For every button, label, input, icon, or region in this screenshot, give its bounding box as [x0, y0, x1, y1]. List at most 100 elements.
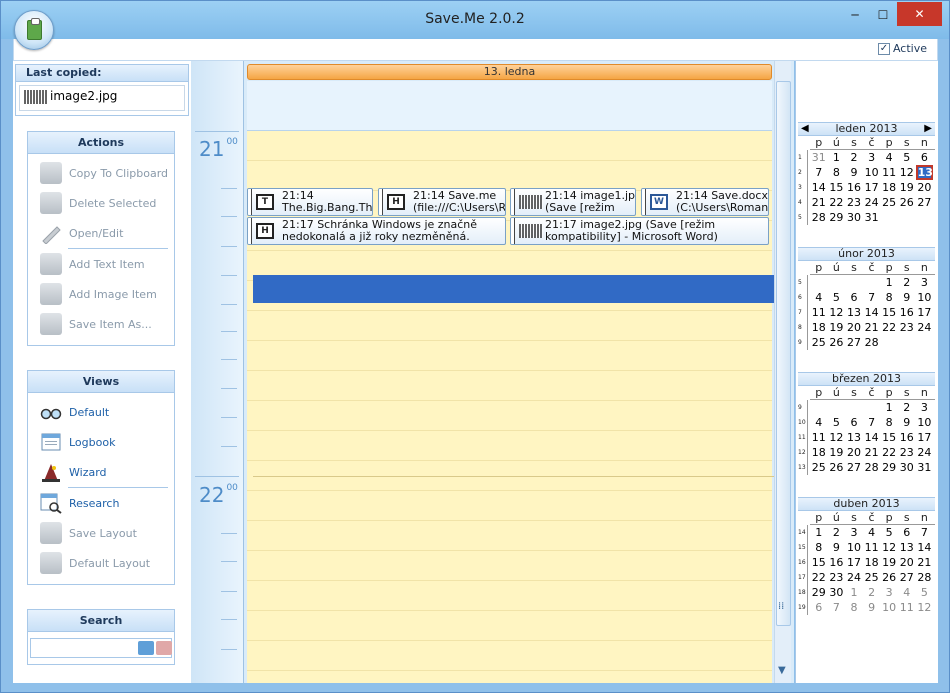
calendar-day[interactable]: 25 — [880, 195, 898, 210]
save-item-as-button[interactable]: Save Item As... — [28, 309, 174, 339]
calendar-day[interactable]: 22 — [880, 445, 898, 460]
search-go-icon[interactable] — [138, 641, 154, 655]
calendar-day[interactable]: 2 — [845, 150, 863, 165]
event-item[interactable]: T 21:14 The.Big.Bang.The — [247, 188, 373, 216]
calendar-day[interactable]: 26 — [828, 335, 846, 350]
calendar-day[interactable]: 16 — [898, 305, 916, 320]
calendar-day[interactable]: 24 — [863, 195, 881, 210]
day-header[interactable]: 13. ledna — [247, 64, 772, 80]
calendar-day[interactable]: 6 — [845, 290, 863, 305]
add-image-item-button[interactable]: Add Image Item — [28, 279, 174, 309]
calendar-day[interactable]: 15 — [880, 305, 898, 320]
calendar-day[interactable]: 1 — [880, 275, 898, 290]
actions-header[interactable]: Actions — [28, 132, 174, 154]
calendar-day[interactable]: 6 — [845, 415, 863, 430]
calendar-day[interactable]: 11 — [810, 430, 828, 445]
calendar-day[interactable]: 23 — [898, 320, 916, 335]
calendar-day[interactable]: 23 — [828, 570, 846, 585]
calendar-day[interactable]: 14 — [810, 180, 828, 195]
calendar-day[interactable]: 12 — [880, 540, 898, 555]
event-item[interactable]: H 21:17 Schránka Windows je značně nedokon… — [247, 217, 506, 245]
calendar-day[interactable]: 29 — [810, 585, 828, 600]
calendar-day[interactable]: 6 — [916, 150, 934, 165]
maximize-button[interactable]: ☐ — [869, 5, 897, 27]
calendar-day[interactable]: 27 — [916, 195, 934, 210]
calendar-day[interactable]: 3 — [863, 150, 881, 165]
calendar-day[interactable]: 29 — [828, 210, 846, 225]
app-logo-icon[interactable] — [14, 10, 54, 50]
calendar-day[interactable]: 7 — [863, 290, 881, 305]
scroll-thumb[interactable] — [776, 81, 791, 626]
calendar-day[interactable]: 9 — [898, 290, 916, 305]
calendar-day[interactable]: 15 — [810, 555, 828, 570]
calendar-day[interactable]: 7 — [916, 525, 934, 540]
calendar-day[interactable]: 2 — [828, 525, 846, 540]
active-checkbox[interactable]: ✓ — [877, 43, 890, 55]
last-copied-item[interactable]: image2.jpg — [19, 85, 185, 111]
calendar-day[interactable]: 26 — [828, 460, 846, 475]
event-item[interactable]: W 21:14 Save.docx (C:\Users\Roman\ — [641, 188, 769, 216]
calendar-day[interactable]: 8 — [828, 165, 846, 180]
calendar-day[interactable]: 23 — [845, 195, 863, 210]
calendar-day[interactable]: 2 — [863, 585, 881, 600]
calendar-day[interactable]: 10 — [845, 540, 863, 555]
calendar-day[interactable]: 31 — [810, 150, 828, 165]
copy-to-clipboard-button[interactable]: Copy To Clipboard — [28, 158, 174, 188]
calendar-day[interactable]: 6 — [810, 600, 828, 615]
calendar-day[interactable]: 25 — [810, 460, 828, 475]
calendar-day[interactable]: 27 — [898, 570, 916, 585]
calendar-day[interactable]: 27 — [845, 460, 863, 475]
calendar-day[interactable]: 30 — [845, 210, 863, 225]
calendar-day[interactable]: 12 — [916, 600, 934, 615]
calendar-day[interactable]: 30 — [898, 460, 916, 475]
calendar-day[interactable]: 29 — [880, 460, 898, 475]
calendar-day[interactable]: 1 — [810, 525, 828, 540]
calendar-day[interactable]: 18 — [810, 445, 828, 460]
calendar-day[interactable]: 11 — [810, 305, 828, 320]
calendar-day[interactable]: 24 — [916, 320, 934, 335]
vertical-scrollbar[interactable]: ⁞⁞ ▼ — [774, 61, 791, 683]
calendar-day[interactable]: 17 — [916, 430, 934, 445]
calendar-day[interactable]: 21 — [863, 320, 881, 335]
calendar-day[interactable]: 7 — [863, 415, 881, 430]
calendar-day[interactable]: 5 — [828, 415, 846, 430]
search-input[interactable] — [30, 638, 172, 658]
calendar-day[interactable]: 21 — [863, 445, 881, 460]
view-default-button[interactable]: Default — [28, 397, 174, 427]
calendar-day[interactable]: 1 — [880, 400, 898, 415]
calendar-day[interactable]: 22 — [828, 195, 846, 210]
calendar-day[interactable]: 19 — [880, 555, 898, 570]
calendar-day[interactable]: 7 — [828, 600, 846, 615]
calendar-day[interactable]: 5 — [880, 525, 898, 540]
next-month-icon[interactable]: ▶ — [924, 123, 932, 135]
calendar-day[interactable]: 14 — [863, 430, 881, 445]
calendar-day[interactable]: 3 — [845, 525, 863, 540]
calendar-day[interactable]: 16 — [898, 430, 916, 445]
event-item[interactable]: 21:14 image1.jpg (Save [režim — [510, 188, 636, 216]
calendar-day[interactable]: 17 — [845, 555, 863, 570]
calendar-day[interactable]: 10 — [863, 165, 881, 180]
calendar-day[interactable]: 7 — [810, 165, 828, 180]
calendar-day[interactable]: 14 — [863, 305, 881, 320]
calendar-day[interactable]: 10 — [880, 600, 898, 615]
calendar-day[interactable]: 17 — [863, 180, 881, 195]
calendar-day[interactable]: 21 — [916, 555, 934, 570]
calendar-day[interactable]: 19 — [828, 320, 846, 335]
calendar-day[interactable]: 27 — [845, 335, 863, 350]
calendar-day[interactable]: 22 — [810, 570, 828, 585]
calendar-day-today[interactable]: 13 — [915, 165, 934, 180]
calendar-day[interactable]: 1 — [828, 150, 846, 165]
calendar-day[interactable]: 13 — [845, 430, 863, 445]
calendar-day[interactable]: 11 — [863, 540, 881, 555]
calendar-day[interactable]: 12 — [898, 165, 916, 180]
calendar-day[interactable]: 15 — [828, 180, 846, 195]
calendar-day[interactable]: 20 — [845, 320, 863, 335]
calendar-day[interactable]: 26 — [898, 195, 916, 210]
calendar-day[interactable]: 11 — [898, 600, 916, 615]
event-item[interactable]: H 21:14 Save.me (file:///C:\Users\Ro — [378, 188, 506, 216]
calendar-day[interactable]: 13 — [845, 305, 863, 320]
close-button[interactable]: ✕ — [897, 2, 942, 26]
calendar-day[interactable]: 9 — [828, 540, 846, 555]
view-logbook-button[interactable]: Logbook — [28, 427, 174, 457]
all-day-area[interactable] — [247, 81, 772, 131]
